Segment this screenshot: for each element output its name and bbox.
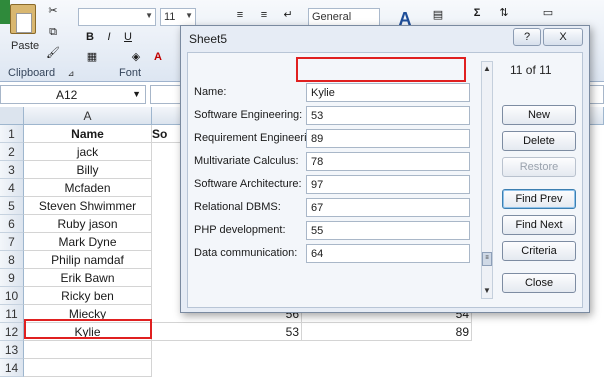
bold-button[interactable]: B <box>82 30 98 44</box>
cell-a9[interactable]: Erik Bawn <box>24 269 152 287</box>
underline-button[interactable]: U <box>120 30 136 44</box>
field-label: Data communication: <box>194 247 298 259</box>
scroll-up-icon[interactable]: ▲ <box>482 64 492 73</box>
font-size-value: 11 <box>164 11 176 23</box>
cell-a2[interactable]: jack <box>24 143 152 161</box>
close-icon[interactable]: X <box>543 28 583 46</box>
font-size-combo[interactable]: 11 ▼ <box>160 8 196 26</box>
copy-icon[interactable]: ⧉ <box>45 25 61 39</box>
row-header[interactable]: 5 <box>0 197 24 215</box>
cell-a14[interactable] <box>24 359 152 377</box>
php-development-field[interactable]: 55 <box>306 221 470 240</box>
software-engineering-field[interactable]: 53 <box>306 106 470 125</box>
record-counter: 11 of 11 <box>510 63 552 77</box>
field-label: Name: <box>194 86 227 98</box>
font-name-combo[interactable]: ▼ <box>78 8 156 26</box>
field-label: Multivariate Calculus: <box>194 155 299 167</box>
row-header[interactable]: 1 <box>0 125 24 143</box>
file-tab-edge[interactable] <box>0 0 10 24</box>
cell-a3[interactable]: Billy <box>24 161 152 179</box>
row-header[interactable]: 13 <box>0 341 24 359</box>
scroll-down-icon[interactable]: ▼ <box>482 286 492 295</box>
data-form-dialog: Sheet5 ? X Name: Kylie Software Engineer… <box>180 25 590 313</box>
cell-b1[interactable]: So <box>152 125 182 143</box>
name-box[interactable]: A12 ▼ <box>0 85 146 104</box>
row-header[interactable]: 7 <box>0 233 24 251</box>
cell-a11[interactable]: Miecky <box>24 305 152 323</box>
data-communication-field[interactable]: 64 <box>306 244 470 263</box>
criteria-button[interactable]: Criteria <box>502 241 576 261</box>
fill-color-icon[interactable]: ◈ <box>128 50 144 64</box>
select-all-corner[interactable] <box>0 107 24 125</box>
field-label: Software Engineering: <box>194 109 303 121</box>
row-header[interactable]: 9 <box>0 269 24 287</box>
record-scrollbar[interactable]: ▲ ≡ ▼ <box>481 61 493 299</box>
delete-button[interactable]: Delete <box>502 131 576 151</box>
column-header-a[interactable]: A <box>24 107 152 125</box>
paste-button[interactable]: Paste <box>11 40 39 52</box>
clipboard-launcher-icon[interactable]: ⊿ <box>63 67 79 81</box>
row-header[interactable]: 10 <box>0 287 24 305</box>
cell-a4[interactable]: Mcfaden <box>24 179 152 197</box>
cell-a13[interactable] <box>24 341 152 359</box>
row-header[interactable]: 11 <box>0 305 24 323</box>
insert-cells-icon[interactable]: ▤ <box>430 8 446 22</box>
multivariate-calculus-field[interactable]: 78 <box>306 152 470 171</box>
name-box-value: A12 <box>56 88 78 102</box>
cell-c12[interactable]: 89 <box>302 323 472 341</box>
paste-icon[interactable] <box>10 4 36 34</box>
cut-icon[interactable]: ✂ <box>45 4 61 18</box>
software-architecture-field[interactable]: 97 <box>306 175 470 194</box>
find-select-icon[interactable]: ▭ <box>536 6 560 20</box>
cell-a8[interactable]: Philip namdaf <box>24 251 152 269</box>
cell-a12[interactable]: Kylie <box>24 323 152 341</box>
italic-button[interactable]: I <box>101 30 117 44</box>
row-header[interactable]: 4 <box>0 179 24 197</box>
row-header[interactable]: 6 <box>0 215 24 233</box>
find-next-button[interactable]: Find Next <box>502 215 576 235</box>
align-middle-icon[interactable]: ≡ <box>256 8 272 22</box>
name-field[interactable]: Kylie <box>306 83 470 102</box>
new-button[interactable]: New <box>502 105 576 125</box>
row-header[interactable]: 12 <box>0 323 24 341</box>
number-format-combo[interactable]: General <box>308 8 380 26</box>
row-header[interactable]: 2 <box>0 143 24 161</box>
find-prev-button[interactable]: Find Prev <box>502 189 576 209</box>
cell-b12[interactable]: 53 <box>152 323 302 341</box>
font-group-label: Font <box>119 67 142 79</box>
wrap-text-icon[interactable]: ↵ <box>280 8 296 22</box>
help-button[interactable]: ? <box>513 28 541 46</box>
borders-icon[interactable]: ▦ <box>84 50 100 64</box>
autosum-icon[interactable]: Σ <box>469 6 485 20</box>
row-header[interactable]: 3 <box>0 161 24 179</box>
scroll-thumb[interactable]: ≡ <box>482 252 492 266</box>
row-header[interactable]: 8 <box>0 251 24 269</box>
close-button[interactable]: Close <box>502 273 576 293</box>
row-header[interactable]: 14 <box>0 359 24 377</box>
number-format-value: General <box>312 11 352 23</box>
chevron-down-icon[interactable]: ▼ <box>132 89 141 99</box>
field-label: Software Architecture: <box>194 178 302 190</box>
requirement-engineering-field[interactable]: 89 <box>306 129 470 148</box>
dialog-title: Sheet5 <box>189 32 228 46</box>
cell-a10[interactable]: Ricky ben <box>24 287 152 305</box>
field-label: PHP development: <box>194 224 286 236</box>
cell-a1[interactable]: Name <box>24 125 152 143</box>
field-label: Requirement Engineering: <box>194 132 322 144</box>
dialog-body: Name: Kylie Software Engineering: 53 Req… <box>187 52 583 308</box>
format-painter-icon[interactable]: 🖌 <box>45 46 61 60</box>
cell-a7[interactable]: Mark Dyne <box>24 233 152 251</box>
font-color-icon[interactable]: A <box>150 50 166 64</box>
field-label: Relational DBMS: <box>194 201 281 213</box>
sort-filter-icon[interactable]: ⇅ <box>496 6 512 20</box>
cell-a6[interactable]: Ruby jason <box>24 215 152 233</box>
align-top-icon[interactable]: ≡ <box>232 8 248 22</box>
cell-a5[interactable]: Steven Shwimmer <box>24 197 152 215</box>
clipboard-group-label: Clipboard <box>8 67 56 79</box>
restore-button[interactable]: Restore <box>502 157 576 177</box>
relational-dbms-field[interactable]: 67 <box>306 198 470 217</box>
